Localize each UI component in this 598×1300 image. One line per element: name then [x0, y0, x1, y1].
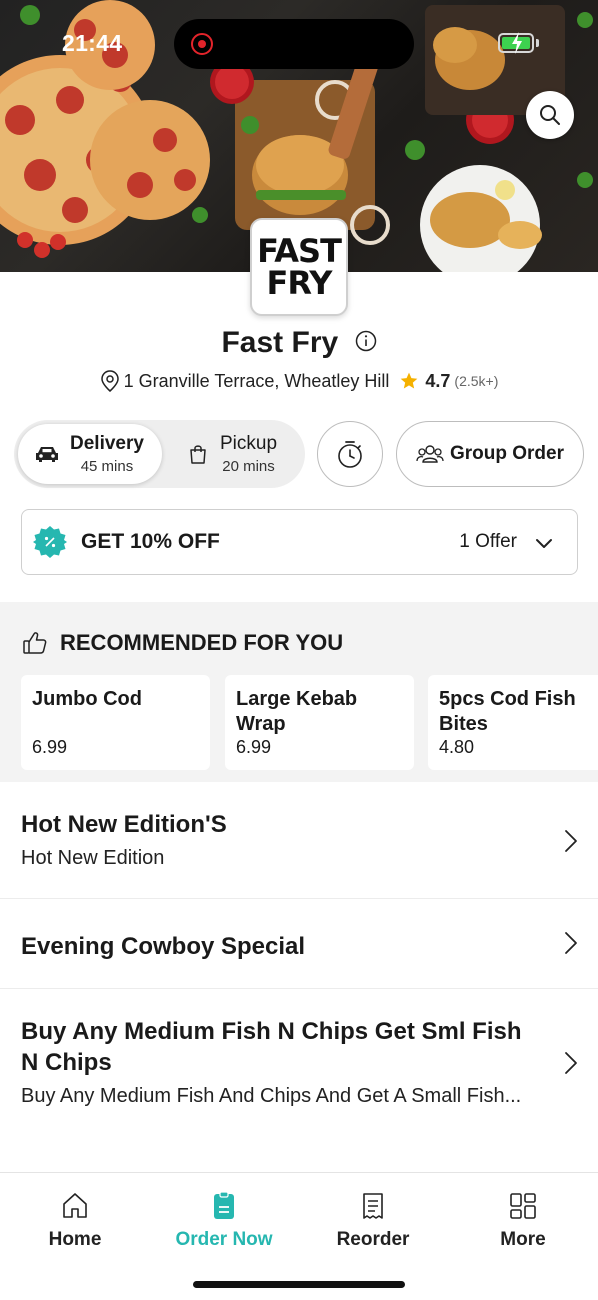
delivery-option[interactable]: Delivery 45 mins [18, 424, 162, 484]
item-name: Jumbo Cod [32, 688, 142, 710]
menu-category[interactable]: Buy Any Medium Fish N Chips Get Sml Fish… [0, 989, 598, 1129]
receipt-icon [363, 1193, 383, 1219]
chevron-right-icon [565, 1052, 577, 1074]
category-title: Hot New Edition'S [21, 811, 227, 838]
tab-label: Reorder [336, 1229, 410, 1250]
rating-count: (2.5k+) [454, 373, 499, 389]
item-name: Large Kebab Wrap [236, 688, 358, 735]
recommended-title: RECOMMENDED FOR YOU [60, 630, 344, 655]
item-price: 4.80 [439, 737, 475, 757]
category-subtitle: Buy Any Medium Fish And Chips And Get A … [21, 1085, 522, 1107]
tab-label: Order Now [175, 1229, 273, 1250]
home-indicator [193, 1281, 405, 1288]
tab-reorder[interactable]: Reorder [303, 1191, 443, 1251]
chevron-right-icon [565, 932, 577, 954]
search-icon [540, 105, 560, 125]
timer-icon [338, 441, 362, 468]
rating-value: 4.7 [425, 370, 451, 391]
tab-label: More [500, 1229, 546, 1250]
group-order-label: Group Order [449, 443, 564, 464]
group-users-icon [416, 445, 444, 463]
star-icon [401, 372, 418, 389]
pickup-time: 20 mins [222, 458, 275, 475]
thumbs-up-icon [23, 632, 47, 654]
chevron-down-icon [536, 539, 552, 548]
logo-line-1: FAST [257, 232, 342, 270]
store-name: Fast Fry [221, 326, 339, 359]
address-row: 1 Granville Terrace, Wheatley Hill 4.7 (… [0, 370, 598, 392]
logo-line-2: FRY [266, 264, 333, 302]
grid-icon [510, 1193, 536, 1219]
home-icon [63, 1193, 87, 1218]
battery-icon [498, 32, 534, 54]
recommended-item[interactable]: Large Kebab Wrap 6.99 [225, 675, 414, 770]
group-order-button[interactable]: Group Order [396, 421, 584, 487]
shopping-bag-icon [190, 445, 206, 464]
offer-title: GET 10% OFF [81, 530, 220, 553]
chevron-right-icon [565, 830, 577, 852]
restaurant-logo: FAST FRY [250, 218, 348, 316]
tab-home[interactable]: Home [5, 1191, 145, 1251]
tab-label: Home [48, 1229, 102, 1250]
recommended-header: RECOMMENDED FOR YOU [22, 630, 343, 656]
order-icon [214, 1191, 234, 1219]
item-price: 6.99 [236, 737, 272, 757]
fulfilment-toggle: Delivery 45 mins Pickup 20 mins [14, 420, 305, 488]
category-subtitle: Hot New Edition [21, 847, 165, 869]
location-pin-icon [100, 370, 119, 392]
recommended-item[interactable]: Jumbo Cod 6.99 [21, 675, 210, 770]
delivery-label: Delivery [70, 433, 144, 454]
menu-category[interactable]: Evening Cowboy Special [0, 899, 598, 989]
search-button[interactable] [526, 91, 574, 139]
status-time: 21:44 [62, 30, 123, 56]
menu-category[interactable]: Hot New Edition'S Hot New Edition [0, 782, 598, 899]
dynamic-island [174, 19, 414, 69]
category-title: Buy Any Medium Fish N Chips Get Sml Fish… [21, 1018, 522, 1076]
tab-order-now[interactable]: Order Now [154, 1191, 294, 1251]
tab-more[interactable]: More [453, 1191, 593, 1251]
item-name: 5pcs Cod Fish Bites [439, 688, 576, 735]
offer-count: 1 Offer [459, 531, 517, 552]
recording-indicator-icon [191, 33, 213, 55]
store-address: 1 Granville Terrace, Wheatley Hill [123, 370, 390, 391]
delivery-time: 45 mins [80, 458, 134, 475]
schedule-button[interactable] [317, 421, 383, 487]
recommended-section: RECOMMENDED FOR YOU Jumbo Cod 6.99 Large… [0, 602, 598, 782]
recommended-item[interactable]: 5pcs Cod Fish Bites 4.80 [428, 675, 598, 770]
discount-badge-icon [33, 526, 67, 558]
pickup-label: Pickup [220, 433, 278, 454]
car-icon [36, 447, 58, 462]
item-price: 6.99 [32, 737, 68, 757]
pickup-option[interactable]: Pickup 20 mins [164, 424, 301, 484]
offer-banner[interactable]: GET 10% OFF 1 Offer [21, 509, 578, 575]
info-icon[interactable] [355, 330, 377, 352]
store-title-row: Fast Fry [0, 326, 598, 360]
category-title: Evening Cowboy Special [21, 933, 306, 960]
